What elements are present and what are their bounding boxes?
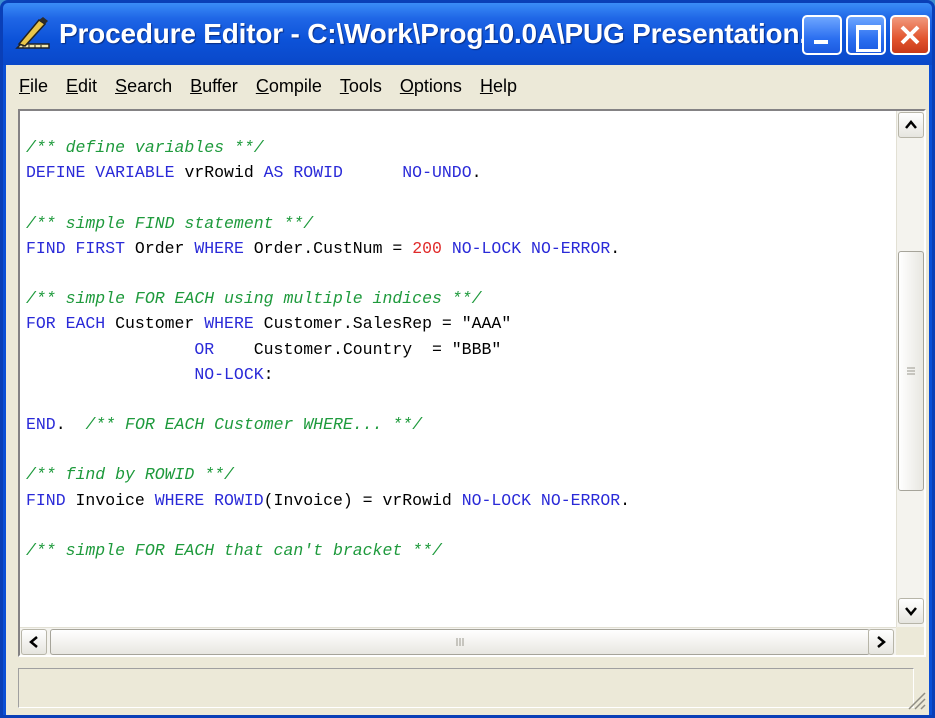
menu-buffer[interactable]: Buffer — [181, 76, 247, 97]
close-button[interactable] — [890, 15, 930, 55]
scroll-up-button[interactable] — [898, 112, 924, 138]
code-line[interactable]: /** simple FIND statement **/ — [26, 211, 896, 236]
code-line[interactable]: NO-LOCK: — [26, 362, 896, 387]
horizontal-scroll-thumb[interactable] — [50, 629, 870, 655]
code-token: /** FOR EACH Customer WHERE... **/ — [85, 415, 423, 435]
code-token: : — [263, 364, 274, 384]
code-line[interactable] — [26, 513, 896, 538]
code-token: /** find by ROWID **/ — [26, 465, 234, 485]
code-token: . — [620, 490, 631, 510]
chevron-down-icon — [905, 607, 917, 616]
code-line[interactable] — [26, 261, 896, 286]
close-icon — [900, 25, 920, 45]
code-token: . — [55, 415, 86, 435]
procedure-editor-window: Procedure Editor - C:\Work\Prog10.0A\PUG… — [0, 0, 935, 718]
code-token: /** simple FOR EACH that can't bracket *… — [26, 541, 442, 560]
code-token: FIND FIRST — [26, 238, 135, 258]
menu-help[interactable]: Help — [471, 76, 526, 97]
menu-edit[interactable]: Edit — [57, 76, 106, 97]
code-token: Customer.SalesRep = — [263, 314, 462, 334]
code-line[interactable]: FIND Invoice WHERE ROWID(Invoice) = vrRo… — [26, 488, 896, 513]
scrollbar-corner — [896, 627, 924, 655]
pencil-ruler-icon — [15, 17, 50, 49]
code-token: Customer — [115, 314, 205, 334]
status-bar — [18, 668, 914, 708]
code-line[interactable]: /** find by ROWID **/ — [26, 462, 896, 487]
vertical-scrollbar[interactable] — [896, 111, 924, 627]
code-token: Order.CustNum = — [253, 238, 413, 258]
code-token: WHERE — [194, 238, 254, 258]
code-line[interactable]: OR Customer.Country = "BBB" — [26, 337, 896, 362]
resize-grip-icon[interactable] — [905, 689, 927, 711]
code-token: WHERE ROWID — [154, 490, 264, 510]
code-token: Invoice — [75, 490, 155, 510]
window-title: Procedure Editor - C:\Work\Prog10.0A\PUG… — [59, 18, 823, 49]
code-token: Customer.Country = — [214, 339, 452, 359]
grip-icon — [907, 367, 915, 375]
menu-file[interactable]: File — [10, 76, 57, 97]
code-line[interactable]: DEFINE VARIABLE vrRowid AS ROWID NO-UNDO… — [26, 160, 896, 185]
minimize-button[interactable] — [802, 15, 842, 55]
code-token: END — [26, 415, 56, 435]
code-line[interactable] — [26, 387, 896, 412]
code-token: . — [610, 238, 621, 258]
code-token: NO-LOCK — [194, 364, 264, 384]
menu-bar: File Edit Search Buffer Compile Tools Op… — [6, 65, 929, 107]
code-token: "BBB" — [451, 339, 502, 359]
title-bar[interactable]: Procedure Editor - C:\Work\Prog10.0A\PUG… — [3, 3, 932, 65]
chevron-left-icon — [29, 636, 38, 648]
code-token: /** define variables **/ — [26, 138, 264, 157]
code-token: FOR EACH — [26, 314, 116, 334]
horizontal-scrollbar[interactable] — [20, 627, 896, 655]
menu-search[interactable]: Search — [106, 76, 181, 97]
menu-options[interactable]: Options — [391, 76, 471, 97]
scroll-left-button[interactable] — [21, 629, 47, 655]
code-line[interactable]: /** simple FOR EACH using multiple indic… — [26, 286, 896, 311]
code-line[interactable]: FIND FIRST Order WHERE Order.CustNum = 2… — [26, 236, 896, 261]
code-token: (Invoice) = vrRowid — [263, 490, 462, 510]
chevron-right-icon — [877, 636, 886, 648]
code-token: NO-LOCK NO-ERROR — [461, 490, 621, 510]
menu-compile[interactable]: Compile — [247, 76, 331, 97]
chevron-up-icon — [905, 120, 917, 129]
maximize-button[interactable] — [846, 15, 886, 55]
code-token: FIND — [26, 490, 76, 510]
code-token: . — [471, 163, 482, 183]
code-line[interactable]: /** define variables **/ — [26, 135, 896, 160]
code-line[interactable] — [26, 185, 896, 210]
code-line[interactable]: FOR EACH Customer WHERE Customer.SalesRe… — [26, 311, 896, 336]
code-editor[interactable]: /** define variables **/ DEFINE VARIABLE … — [20, 111, 896, 627]
code-token: /** simple FOR EACH using multiple indic… — [26, 289, 482, 309]
code-token: vrRowid — [184, 163, 264, 183]
code-line[interactable] — [26, 437, 896, 462]
code-token: AS ROWID NO-UNDO — [263, 163, 472, 183]
code-line[interactable]: END. /** FOR EACH Customer WHERE... **/ — [26, 412, 896, 437]
code-token: Order — [134, 238, 195, 258]
editor-frame: /** define variables **/ DEFINE VARIABLE … — [18, 109, 926, 657]
code-line[interactable]: /** simple FOR EACH that can't bracket *… — [26, 538, 896, 563]
code-token: WHERE — [204, 314, 264, 334]
code-token: DEFINE VARIABLE — [26, 163, 185, 183]
code-token: /** simple FIND statement **/ — [26, 213, 314, 233]
window-client-area: File Edit Search Buffer Compile Tools Op… — [6, 65, 929, 715]
code-token: 200 — [412, 238, 442, 258]
scroll-down-button[interactable] — [898, 598, 924, 624]
grip-icon — [456, 638, 464, 646]
code-token: OR — [194, 339, 215, 359]
code-token: "AAA" — [461, 314, 512, 334]
scroll-right-button[interactable] — [868, 629, 894, 655]
code-token: NO-LOCK NO-ERROR — [441, 238, 611, 258]
menu-tools[interactable]: Tools — [331, 76, 391, 97]
vertical-scroll-thumb[interactable] — [898, 251, 924, 491]
